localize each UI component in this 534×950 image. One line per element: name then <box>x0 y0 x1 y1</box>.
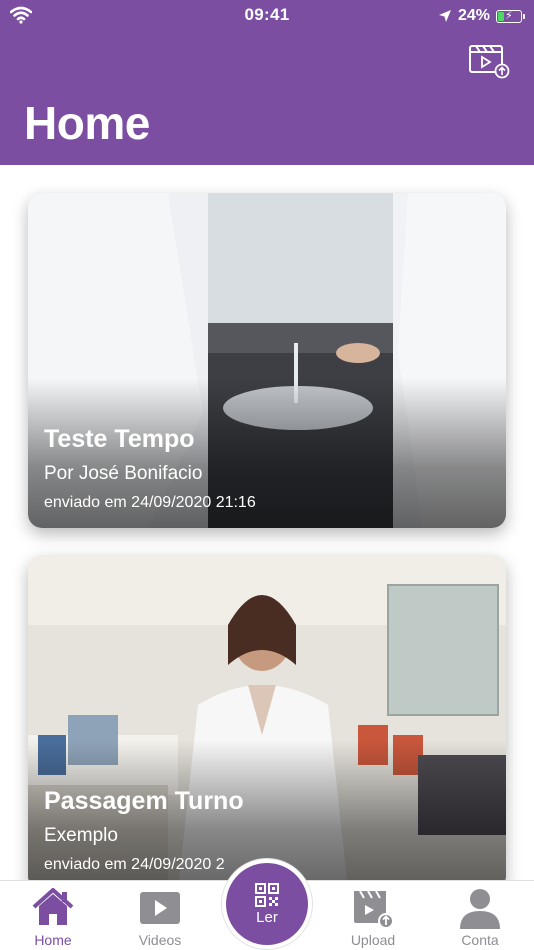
video-author: Exemplo <box>44 825 118 846</box>
video-feed: Teste Tempo Por José Bonifacio enviado e… <box>0 165 534 880</box>
scan-qr-button[interactable]: Ler <box>226 863 308 945</box>
tab-upload[interactable]: Upload <box>333 881 413 950</box>
tab-label: Home <box>34 932 72 948</box>
qr-code-icon <box>255 883 279 907</box>
app-header: 09:41 24% ⚡ Home <box>0 0 534 165</box>
video-card[interactable]: Passagem Turno Exemplo enviado em 24/09/… <box>28 555 506 880</box>
tab-videos[interactable]: Videos <box>120 881 200 950</box>
tab-label: Conta <box>461 932 499 948</box>
video-upload-icon[interactable] <box>468 40 512 80</box>
video-date: enviado em 24/09/2020 21:16 <box>44 494 256 511</box>
tab-label: Upload <box>350 932 396 948</box>
tab-conta[interactable]: Conta <box>440 881 520 950</box>
video-title: Teste Tempo <box>44 425 195 453</box>
user-icon <box>460 889 500 929</box>
status-indicators: 24% ⚡ <box>438 5 525 27</box>
video-card[interactable]: Teste Tempo Por José Bonifacio enviado e… <box>28 193 506 528</box>
tab-home[interactable]: Home <box>13 881 93 950</box>
video-upload-icon <box>354 890 394 929</box>
status-bar: 09:41 24% ⚡ <box>0 0 534 32</box>
home-icon <box>32 888 74 925</box>
battery-percent: 24% <box>457 7 490 24</box>
page-title: Home <box>24 97 150 149</box>
video-author: Por José Bonifacio <box>44 463 203 484</box>
video-date: enviado em 24/09/2020 2 <box>44 856 225 873</box>
battery-icon: ⚡ <box>496 9 525 23</box>
scan-label: Ler <box>256 909 278 926</box>
video-title: Passagem Turno <box>44 787 244 815</box>
location-arrow-icon <box>438 10 451 22</box>
play-icon <box>140 892 180 924</box>
tab-label: Videos <box>138 932 182 948</box>
